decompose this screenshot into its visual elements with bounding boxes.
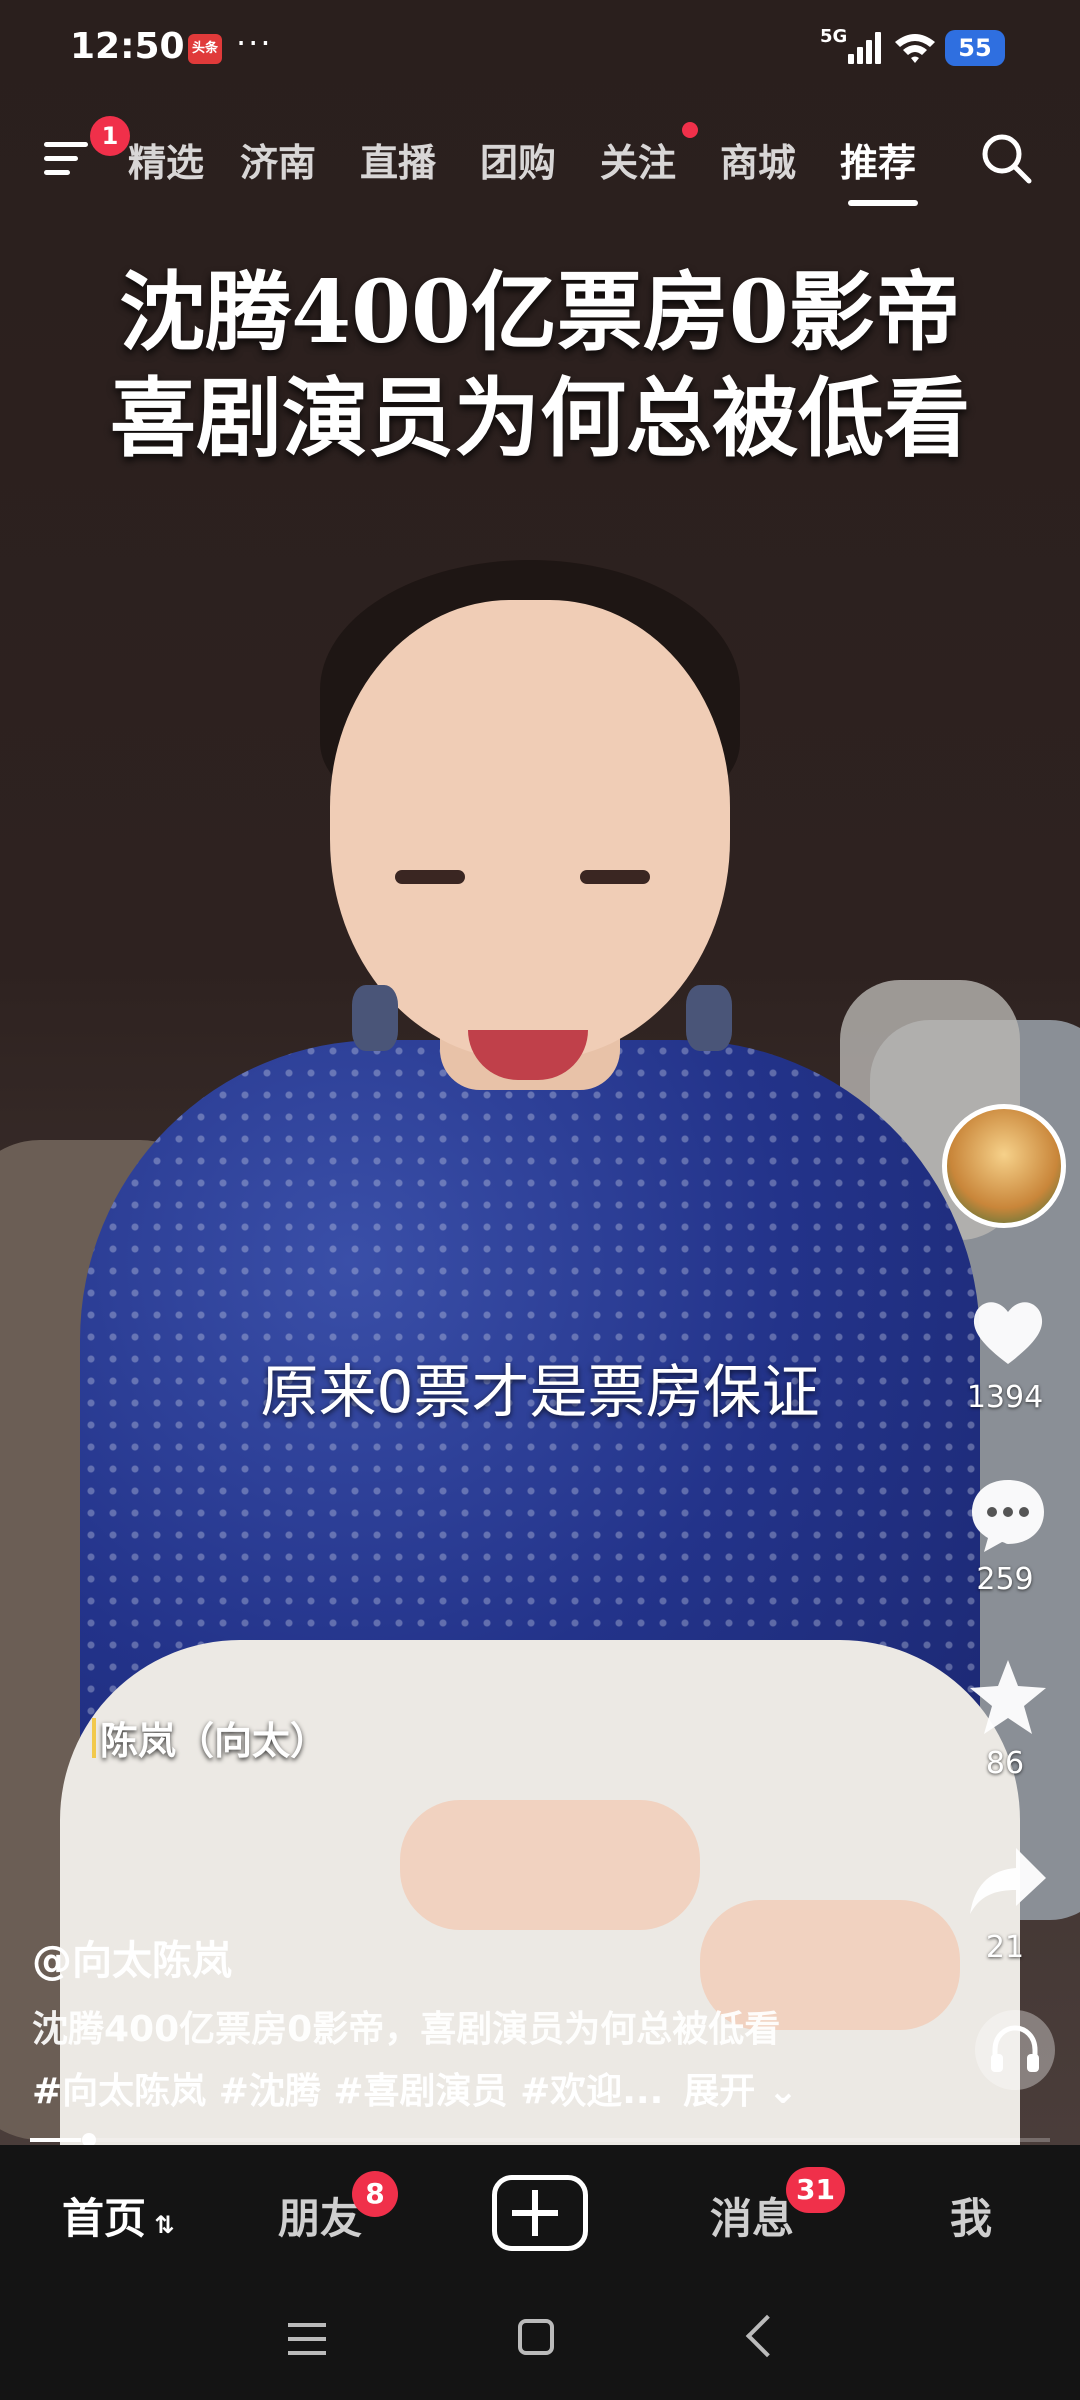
status-time: 12:50 [70, 26, 185, 67]
video-player[interactable]: 沈腾400亿票房0影帝 喜剧演员为何总被低看 原来0票才是票房保证 陈岚（向太） [0, 0, 1080, 2145]
tab-group-buy[interactable]: 团购 [480, 132, 556, 187]
top-navigation: 1 精选 济南 直播 团购 关注 商城 推荐 [0, 116, 1080, 210]
tab-messages[interactable]: 消息 [710, 2185, 794, 2246]
author-handle[interactable]: @向太陈岚 [32, 1928, 232, 1986]
hashtags[interactable]: #向太陈岚 #沈腾 #喜剧演员 #欢迎... [32, 2071, 663, 2112]
listen-headphones-icon[interactable] [975, 2010, 1055, 2090]
active-tab-indicator [848, 200, 918, 206]
video-progress-fill [30, 2138, 81, 2142]
speaker-label: 陈岚（向太） [91, 1710, 328, 1765]
following-unread-dot [682, 122, 698, 138]
presenter-eye-right [580, 870, 650, 884]
tab-mall[interactable]: 商城 [720, 132, 796, 187]
earring-left [352, 985, 398, 1051]
menu-icon[interactable] [44, 134, 94, 184]
presenter-hand-left [400, 1800, 700, 1930]
refresh-arrows-icon: ⇅ [146, 2211, 175, 2239]
tab-following[interactable]: 关注 [600, 132, 676, 187]
hashtag-line: #向太陈岚 #沈腾 #喜剧演员 #欢迎... 展开 ⌄ [32, 2062, 798, 2114]
tab-live[interactable]: 直播 [360, 132, 436, 187]
share-arrow-icon[interactable] [966, 1840, 1050, 1924]
home-icon[interactable] [518, 2319, 554, 2355]
video-subtitle: 原来0票才是票房保证 [260, 1358, 820, 1426]
bottom-tab-bar: 首页 ⇅ 朋友 8 消息 31 我 [0, 2145, 1080, 2275]
system-navigation-bar [0, 2275, 1080, 2400]
friends-badge: 8 [352, 2171, 398, 2217]
chevron-down-icon: ⌄ [755, 2071, 799, 2112]
favorite-count: 86 [985, 1746, 1025, 1781]
back-icon[interactable] [745, 2314, 789, 2358]
wifi-icon [893, 30, 937, 75]
comment-icon[interactable] [966, 1472, 1050, 1556]
tab-featured[interactable]: 精选 [128, 132, 204, 187]
video-headline: 沈腾400亿票房0影帝 喜剧演员为何总被低看 [0, 260, 1080, 472]
status-bar: 12:50 头条 ··· 5G 55 [0, 0, 1080, 100]
recent-apps-icon[interactable] [288, 2323, 326, 2357]
toutiao-app-icon: 头条 [188, 34, 222, 64]
earring-right [686, 985, 732, 1051]
create-plus-button[interactable] [492, 2175, 588, 2251]
tab-friends[interactable]: 朋友 [278, 2185, 362, 2246]
more-notifications-icon: ··· [236, 24, 273, 62]
video-progress-bar[interactable] [30, 2138, 1050, 2142]
headline-line-1: 沈腾400亿票房0影帝 [119, 262, 961, 363]
comment-count: 259 [976, 1562, 1034, 1597]
tab-jinan[interactable]: 济南 [240, 132, 316, 187]
share-count: 21 [985, 1930, 1025, 1965]
tab-home-label: 首页 [62, 2194, 147, 2243]
battery-icon: 55 [945, 30, 1005, 66]
tab-me[interactable]: 我 [950, 2185, 992, 2246]
menu-notification-badge: 1 [90, 116, 130, 156]
author-avatar[interactable] [942, 1104, 1066, 1228]
search-icon[interactable] [978, 130, 1034, 186]
expand-button[interactable]: 展开 ⌄ [683, 2071, 798, 2112]
presenter-eye-left [395, 870, 465, 884]
like-count: 1394 [966, 1380, 1044, 1415]
favorite-star-icon[interactable] [966, 1656, 1050, 1740]
messages-badge: 31 [786, 2167, 845, 2213]
headline-line-2: 喜剧演员为何总被低看 [110, 368, 970, 469]
video-description: 沈腾400亿票房0影帝，喜剧演员为何总被低看 [32, 2009, 781, 2050]
tab-home[interactable]: 首页 ⇅ [62, 2185, 174, 2246]
expand-label: 展开 [683, 2071, 756, 2112]
like-heart-icon[interactable] [966, 1290, 1050, 1374]
tab-recommended[interactable]: 推荐 [840, 132, 916, 187]
signal-icon [840, 30, 881, 64]
